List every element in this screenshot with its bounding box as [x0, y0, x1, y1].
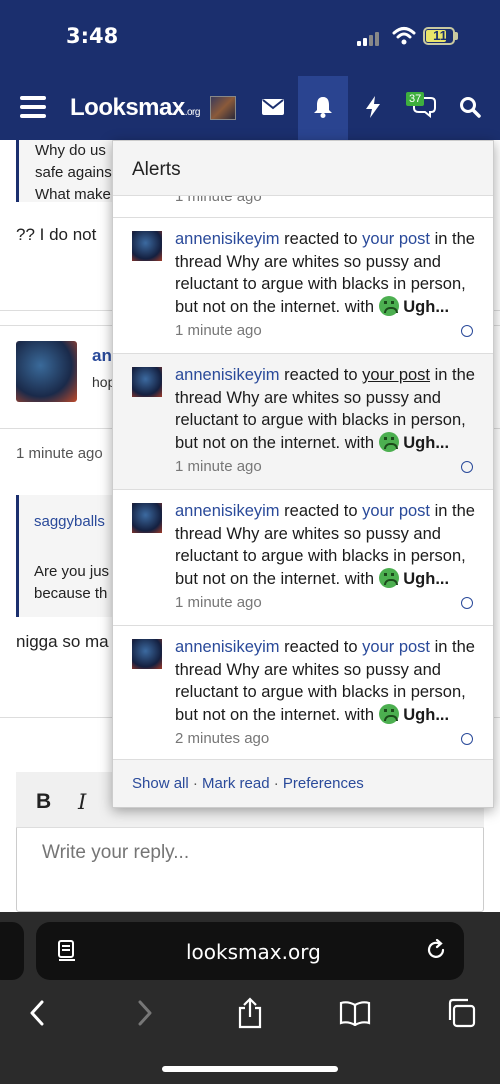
lightning-icon[interactable]	[358, 92, 388, 122]
alert-username[interactable]: annenisikeyim	[175, 366, 280, 384]
alert-item[interactable]: annenisikeyim reacted to your post in th…	[113, 354, 493, 490]
ugh-reaction-icon	[378, 432, 399, 453]
inbox-icon[interactable]	[258, 92, 288, 122]
bell-icon[interactable]	[308, 92, 338, 122]
forward-icon[interactable]	[128, 996, 162, 1030]
cellular-signal-icon	[357, 30, 383, 46]
post-author-avatar[interactable]	[16, 341, 77, 402]
mark-read-toggle[interactable]	[461, 733, 473, 745]
quote-block: Why do us safe agains What make	[16, 140, 116, 202]
status-time: 3:48	[66, 24, 119, 48]
alert-avatar[interactable]	[132, 503, 162, 533]
home-indicator	[162, 1066, 338, 1072]
reader-icon[interactable]	[56, 939, 78, 961]
quote-author[interactable]: saggyballs	[34, 513, 105, 530]
ugh-reaction-icon	[378, 704, 399, 725]
alert-post-link[interactable]: your post	[362, 502, 430, 520]
alert-item[interactable]: 1 minute ago	[113, 196, 493, 218]
battery-level: 11	[433, 28, 447, 43]
share-icon[interactable]	[233, 996, 267, 1030]
search-icon[interactable]	[455, 92, 485, 122]
chat-count-badge: 37	[406, 92, 425, 106]
alert-username[interactable]: annenisikeyim	[175, 230, 280, 248]
alert-time: 2 minutes ago	[175, 730, 270, 747]
wifi-icon	[392, 27, 416, 45]
mark-read-toggle[interactable]	[461, 461, 473, 473]
alert-username[interactable]: annenisikeyim	[175, 502, 280, 520]
alert-post-link[interactable]: your post	[362, 366, 430, 384]
alert-avatar[interactable]	[132, 367, 162, 397]
reload-icon[interactable]	[425, 939, 447, 961]
post-text: ?? I do not	[16, 225, 97, 244]
user-avatar[interactable]	[210, 96, 236, 120]
alert-time: 1 minute ago	[175, 594, 262, 611]
alert-avatar[interactable]	[132, 231, 162, 261]
alerts-title: Alerts	[132, 159, 181, 180]
post-text: nigga so ma	[16, 632, 109, 651]
alert-item[interactable]: annenisikeyim reacted to your post in th…	[113, 626, 493, 762]
post-author-name[interactable]: an	[92, 346, 112, 366]
alert-post-link[interactable]: your post	[362, 638, 430, 656]
tabs-icon[interactable]	[444, 996, 478, 1030]
mark-read-toggle[interactable]	[461, 325, 473, 337]
mark-read-toggle[interactable]	[461, 597, 473, 609]
bookmarks-icon[interactable]	[338, 996, 372, 1030]
alert-username[interactable]: annenisikeyim	[175, 638, 280, 656]
menu-icon[interactable]	[20, 96, 46, 118]
quote-text: Are you jus because th	[34, 563, 110, 602]
alert-time: 1 minute ago	[175, 322, 262, 339]
ugh-reaction-icon	[378, 296, 399, 317]
alert-item[interactable]: annenisikeyim reacted to your post in th…	[113, 218, 493, 354]
reply-input[interactable]	[42, 842, 442, 864]
alerts-dropdown: Alerts 1 minute ago annenisikeyim reacte…	[112, 140, 494, 808]
alerts-footer: Show all · Mark read · Preferences	[113, 759, 493, 807]
bold-button[interactable]: B	[36, 790, 51, 814]
post-timestamp[interactable]: 1 minute ago	[16, 445, 103, 462]
alerts-header: Alerts	[113, 141, 493, 196]
alert-time: 1 minute ago	[175, 458, 262, 475]
previous-tab-bar[interactable]	[0, 922, 24, 980]
mark-read-link[interactable]: Mark read	[202, 775, 270, 792]
alert-post-link[interactable]: your post	[362, 230, 430, 248]
site-logo[interactable]: Looksmax.org	[70, 94, 200, 122]
alert-avatar[interactable]	[132, 639, 162, 669]
alert-item[interactable]: annenisikeyim reacted to your post in th…	[113, 490, 493, 626]
italic-button[interactable]: I	[78, 790, 86, 814]
preferences-link[interactable]: Preferences	[283, 775, 364, 792]
back-icon[interactable]	[20, 996, 54, 1030]
url-text[interactable]: looksmax.org	[186, 940, 321, 964]
show-all-link[interactable]: Show all	[132, 775, 189, 792]
ugh-reaction-icon	[378, 568, 399, 589]
